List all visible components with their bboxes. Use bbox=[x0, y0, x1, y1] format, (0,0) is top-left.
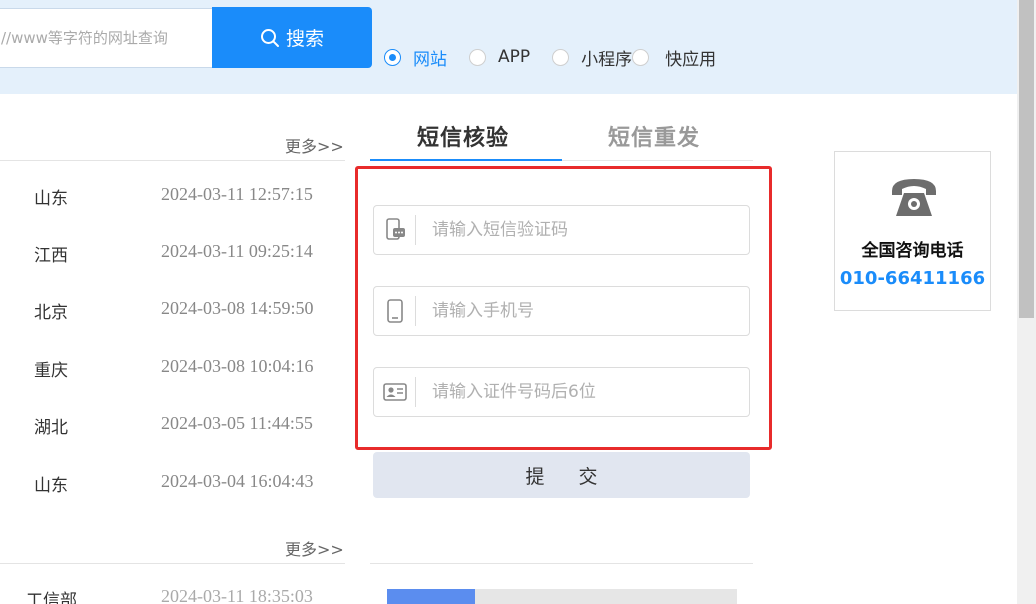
more-link-bottom[interactable]: 更多>> bbox=[285, 536, 344, 560]
divider bbox=[0, 160, 345, 161]
province: 北京 bbox=[34, 303, 68, 323]
province: 湖北 bbox=[34, 418, 68, 438]
search-button[interactable]: 搜索 bbox=[212, 7, 372, 68]
radio-mini-program[interactable]: 小程序 bbox=[552, 45, 632, 70]
radio-label-app: APP bbox=[498, 47, 531, 67]
phone-field bbox=[373, 286, 750, 336]
province: 江西 bbox=[34, 246, 68, 266]
radio-app[interactable]: APP bbox=[469, 47, 530, 67]
search-icon bbox=[260, 28, 279, 47]
divider bbox=[0, 563, 345, 564]
timestamp: 2024-03-05 11:44:55 bbox=[161, 413, 313, 433]
list-item: 重庆 2024-03-08 10:04:16 bbox=[0, 356, 345, 381]
sms-code-field bbox=[373, 205, 750, 255]
contact-phone-number: 010-66411166 bbox=[839, 268, 986, 289]
id-card-icon bbox=[374, 377, 416, 407]
list-item: 山东 2024-03-04 16:04:43 bbox=[0, 471, 345, 496]
radio-website[interactable]: 网站 bbox=[384, 45, 447, 70]
contact-card: 全国咨询电话 010-66411166 bbox=[834, 151, 991, 311]
province: 山东 bbox=[34, 476, 68, 496]
sms-code-input[interactable] bbox=[416, 206, 749, 254]
search-input[interactable] bbox=[0, 9, 213, 67]
tab-sms-verify[interactable]: 短信核验 bbox=[417, 120, 509, 152]
mobile-phone-icon bbox=[374, 296, 416, 326]
timestamp: 2024-03-11 09:25:14 bbox=[161, 241, 313, 261]
radio-button[interactable] bbox=[469, 48, 486, 66]
divider bbox=[370, 563, 753, 564]
list-item: 工信部 2024-03-11 18:35:03 bbox=[0, 586, 345, 604]
contact-label: 全国咨询电话 bbox=[861, 241, 964, 261]
timestamp: 2024-03-08 14:59:50 bbox=[161, 298, 314, 318]
vertical-scrollbar[interactable] bbox=[1017, 0, 1036, 604]
province: 重庆 bbox=[34, 361, 68, 381]
submit-button[interactable]: 提 交 bbox=[373, 452, 750, 498]
progress-bar bbox=[387, 589, 737, 604]
timestamp: 2024-03-08 10:04:16 bbox=[161, 356, 314, 376]
phone-input[interactable] bbox=[416, 287, 749, 335]
active-tab-indicator bbox=[370, 159, 562, 161]
search-type-radio-group: 网站 APP 小程序 快应用 bbox=[384, 44, 716, 70]
radio-label-quick-app: 快应用 bbox=[665, 49, 717, 70]
timestamp: 2024-03-04 16:04:43 bbox=[161, 471, 314, 491]
radio-button[interactable] bbox=[552, 48, 570, 66]
province: 山东 bbox=[34, 189, 68, 209]
list-item: 山东 2024-03-11 12:57:15 bbox=[0, 184, 345, 209]
id-number-field bbox=[373, 367, 750, 417]
timestamp: 2024-03-11 12:57:15 bbox=[161, 184, 313, 204]
search-input-wrapper bbox=[0, 8, 213, 68]
search-button-label: 搜索 bbox=[285, 28, 324, 50]
radio-label-website: 网站 bbox=[413, 49, 447, 70]
tab-sms-resend[interactable]: 短信重发 bbox=[608, 120, 700, 152]
more-link[interactable]: 更多>> bbox=[285, 133, 344, 157]
telephone-icon bbox=[892, 179, 936, 216]
scrollbar-thumb[interactable] bbox=[1019, 0, 1034, 318]
sms-icon bbox=[374, 215, 416, 245]
list-item: 江西 2024-03-11 09:25:14 bbox=[0, 241, 345, 266]
list-item: 北京 2024-03-08 14:59:50 bbox=[0, 298, 345, 323]
timestamp: 2024-03-11 18:35:03 bbox=[161, 586, 313, 604]
department: 工信部 bbox=[26, 591, 77, 604]
radio-quick-app[interactable]: 快应用 bbox=[632, 45, 716, 70]
progress-bar-fill bbox=[387, 589, 475, 604]
radio-button[interactable] bbox=[632, 48, 650, 66]
id-number-input[interactable] bbox=[416, 368, 749, 416]
radio-label-mini-program: 小程序 bbox=[581, 49, 633, 70]
radio-button-checked[interactable] bbox=[384, 48, 401, 66]
list-item: 湖北 2024-03-05 11:44:55 bbox=[0, 413, 345, 438]
